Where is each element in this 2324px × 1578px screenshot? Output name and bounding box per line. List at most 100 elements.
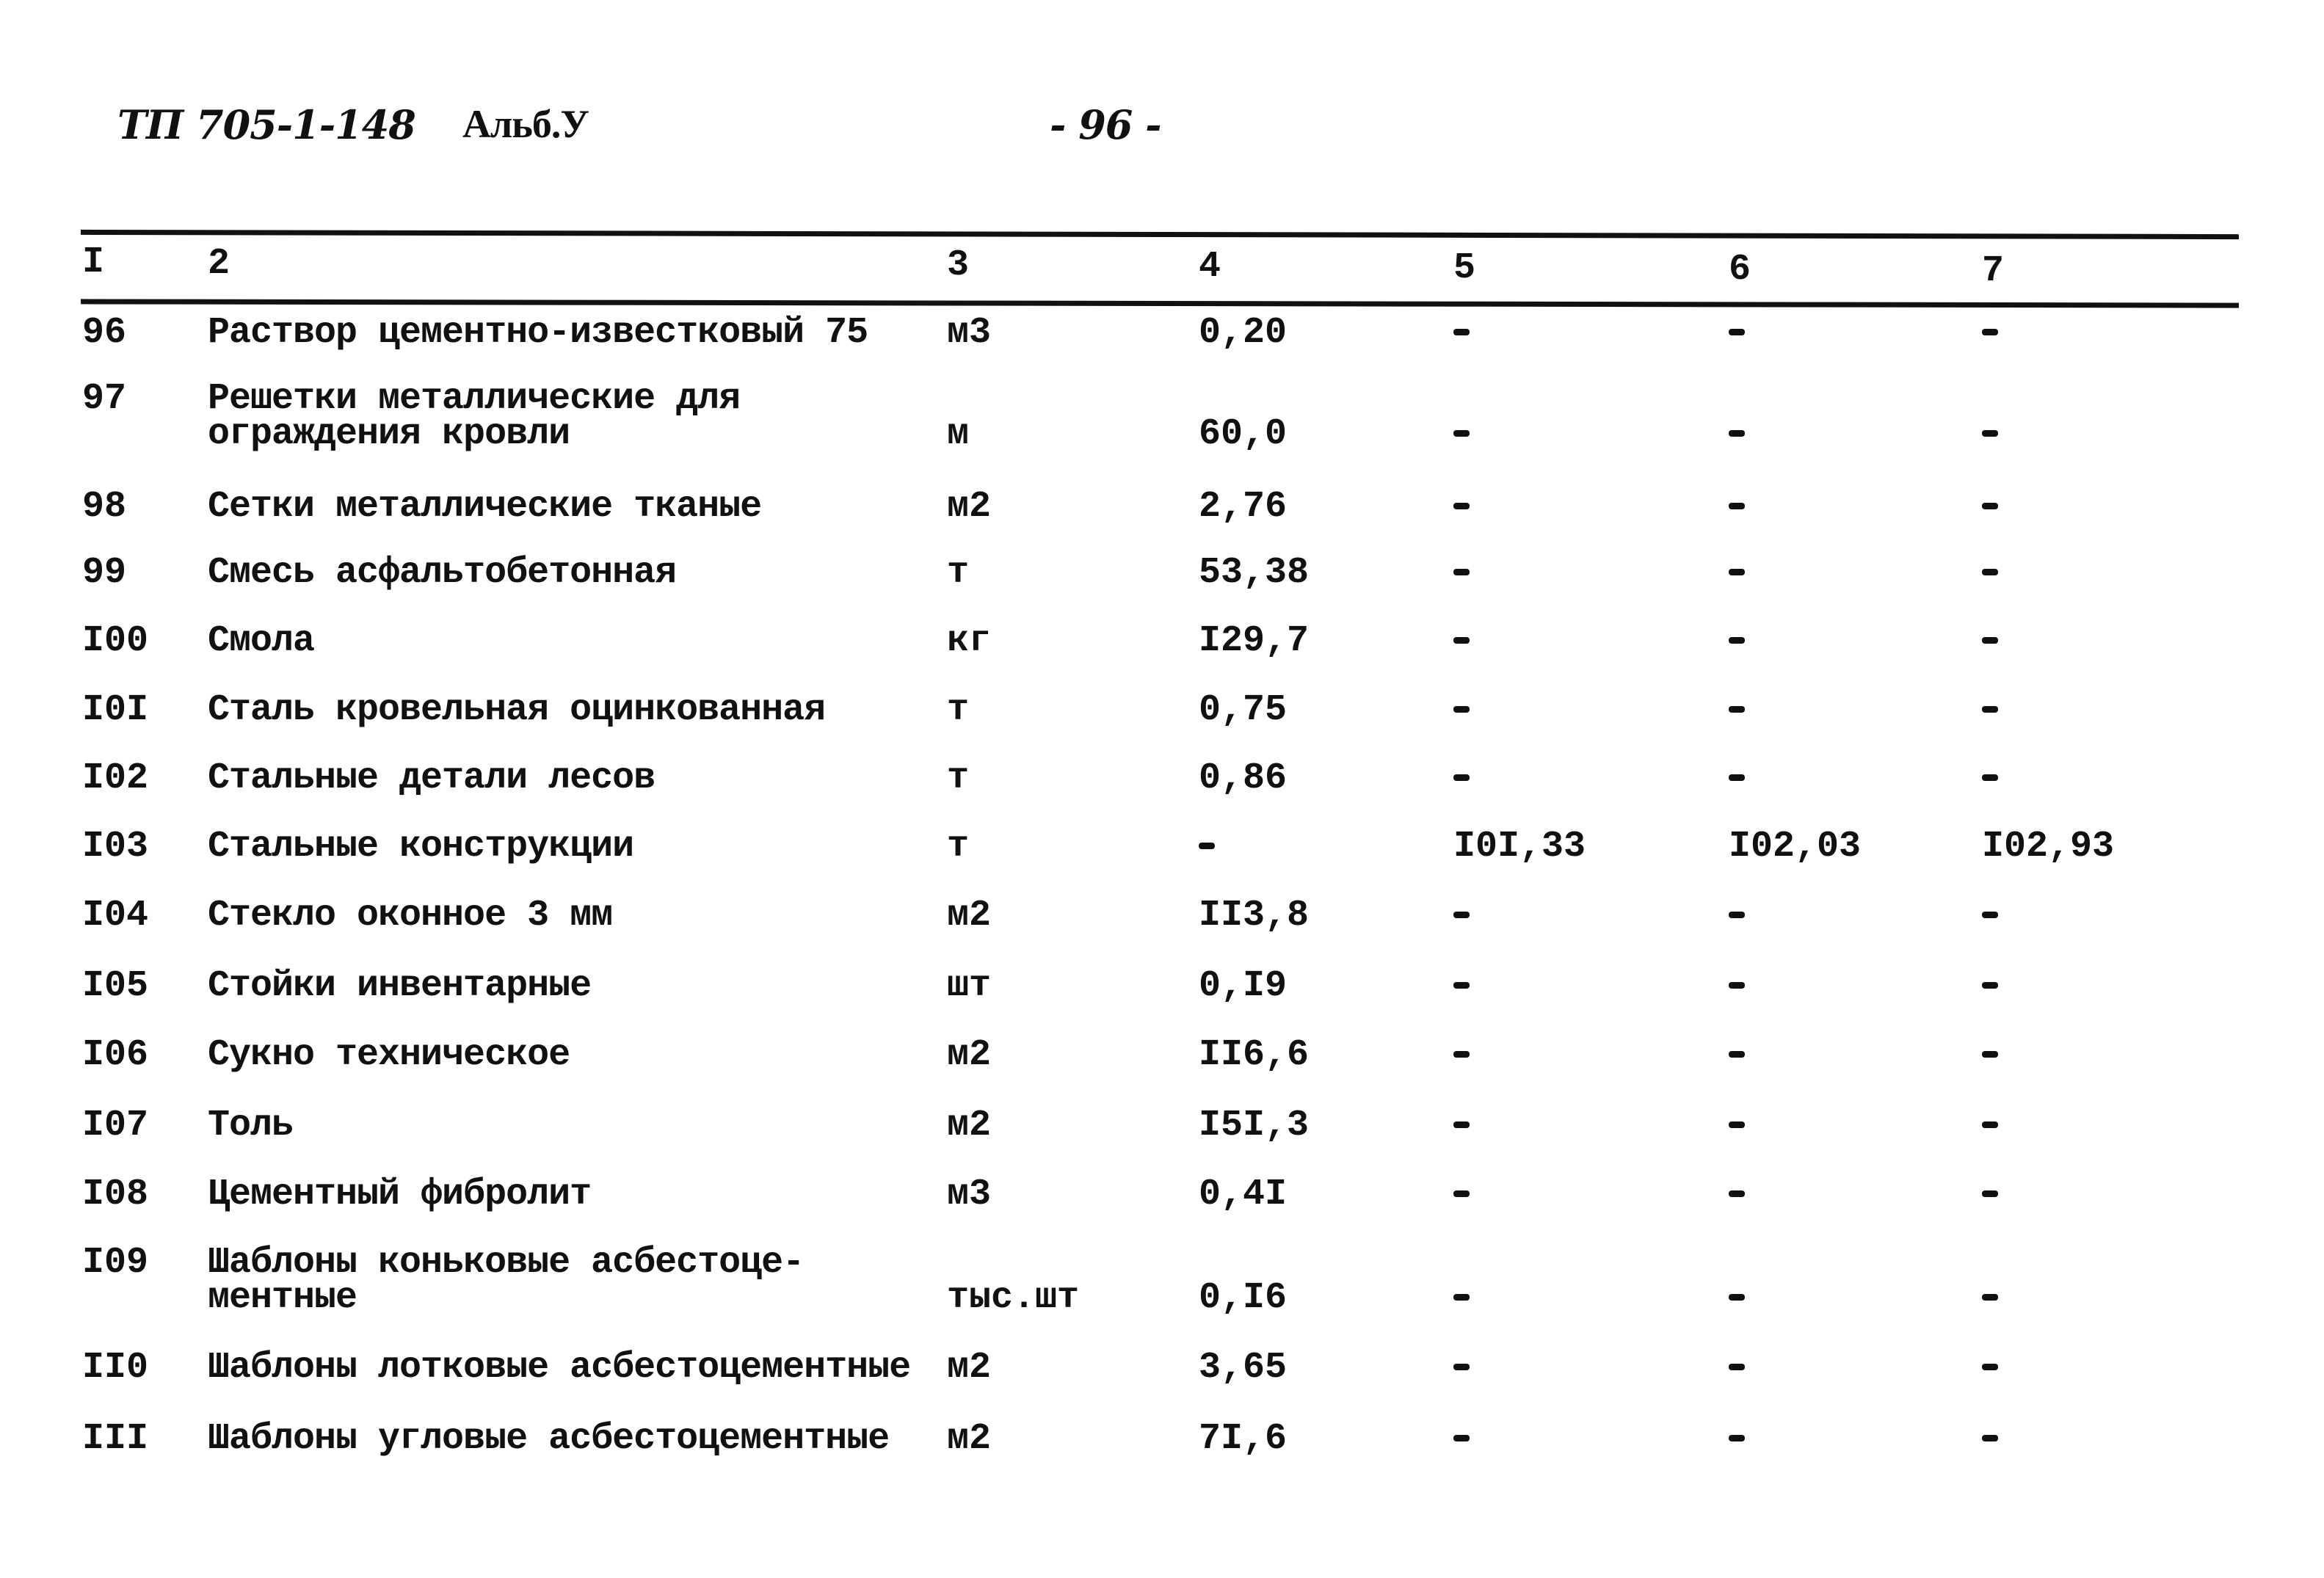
unit: т <box>947 689 970 731</box>
material-name: ограждения кровли <box>208 413 570 455</box>
empty-value-dash <box>1729 329 1745 336</box>
column-header-7: 7 <box>1982 250 2005 292</box>
quantity-col7 <box>1982 415 1998 454</box>
quantity-col6 <box>1729 1279 1745 1317</box>
material-name: Шаблоны угловые асбестоцементные <box>208 1418 890 1460</box>
empty-value-dash <box>1982 329 1998 336</box>
row-number: I0I <box>82 689 149 731</box>
quantity-col6 <box>1729 1176 1745 1214</box>
empty-value-dash <box>1729 912 1745 919</box>
quantity-col4: 0,20 <box>1199 312 1288 354</box>
row-number: I06 <box>82 1034 149 1076</box>
empty-value-dash <box>1453 706 1470 713</box>
quantity-col5 <box>1453 314 1470 352</box>
unit: м2 <box>947 1105 992 1146</box>
quantity-col6 <box>1729 897 1745 935</box>
empty-value-dash <box>1982 912 1998 919</box>
empty-value-dash <box>1982 1051 1998 1058</box>
quantity-col4: 7I,6 <box>1199 1418 1288 1460</box>
quantity-col6 <box>1729 622 1745 661</box>
quantity-col5 <box>1453 691 1470 730</box>
row-number: I05 <box>82 965 149 1007</box>
empty-value-dash <box>1729 774 1745 782</box>
row-number: 96 <box>82 312 127 354</box>
quantity-col4: 0,86 <box>1199 757 1288 799</box>
unit: тыс.шт <box>947 1277 1080 1319</box>
quantity-col6 <box>1729 488 1745 526</box>
empty-value-dash <box>1453 1294 1470 1301</box>
unit: т <box>947 826 970 868</box>
quantity-col4 <box>1199 828 1215 866</box>
empty-value-dash <box>1729 637 1745 644</box>
quantity-col5 <box>1453 1279 1470 1317</box>
row-number: 97 <box>82 378 127 420</box>
empty-value-dash <box>1982 637 1998 644</box>
empty-value-dash <box>1982 1364 1998 1371</box>
empty-value-dash <box>1199 843 1215 850</box>
row-number: I02 <box>82 757 149 799</box>
empty-value-dash <box>1729 706 1745 713</box>
empty-value-dash <box>1982 706 1998 713</box>
empty-value-dash <box>1453 1051 1470 1058</box>
quantity-col7 <box>1982 897 1998 935</box>
empty-value-dash <box>1982 774 1998 782</box>
row-number: I09 <box>82 1242 149 1284</box>
quantity-col5 <box>1453 415 1470 454</box>
quantity-col5 <box>1453 1349 1470 1387</box>
quantity-col4: 2,76 <box>1199 486 1288 528</box>
empty-value-dash <box>1729 1121 1745 1129</box>
column-header-1: I <box>82 241 105 283</box>
quantity-col5 <box>1453 760 1470 798</box>
page-number: - 96 - <box>1050 101 1162 148</box>
quantity-col4: 0,75 <box>1199 689 1288 731</box>
table-top-rule <box>80 229 2240 240</box>
quantity-col7 <box>1982 760 1998 798</box>
unit: м2 <box>947 1034 992 1076</box>
table-header-rule <box>80 299 2240 308</box>
quantity-col7 <box>1982 1107 1998 1145</box>
quantity-col7 <box>1982 1420 1998 1458</box>
empty-value-dash <box>1982 569 1998 576</box>
quantity-col5: I0I,33 <box>1453 826 1586 868</box>
row-number: 98 <box>82 486 127 528</box>
quantity-col7 <box>1982 488 1998 526</box>
document-code: ТП 705-1-148 <box>117 101 416 148</box>
empty-value-dash <box>1982 982 1998 989</box>
quantity-col6 <box>1729 1420 1745 1458</box>
unit: м2 <box>947 1418 992 1460</box>
quantity-col5 <box>1453 967 1470 1006</box>
empty-value-dash <box>1453 1121 1470 1129</box>
album-label: Альб.У <box>462 102 589 146</box>
material-name: Цементный фибролит <box>208 1174 592 1215</box>
quantity-col7 <box>1982 1349 1998 1387</box>
quantity-col6 <box>1729 1107 1745 1145</box>
material-name: Стальные конструкции <box>208 826 634 868</box>
unit: кг <box>947 620 992 662</box>
empty-value-dash <box>1729 1190 1745 1198</box>
unit: м3 <box>947 1174 992 1215</box>
empty-value-dash <box>1982 1294 1998 1301</box>
quantity-col7 <box>1982 1279 1998 1317</box>
material-name: ментные <box>208 1277 357 1319</box>
empty-value-dash <box>1453 1364 1470 1371</box>
empty-value-dash <box>1982 1435 1998 1442</box>
quantity-col6 <box>1729 967 1745 1006</box>
quantity-col4: 53,38 <box>1199 552 1310 594</box>
empty-value-dash <box>1729 1294 1745 1301</box>
quantity-col5 <box>1453 897 1470 935</box>
quantity-col7: I02,93 <box>1982 826 2115 868</box>
quantity-col5 <box>1453 1176 1470 1214</box>
quantity-col7 <box>1982 967 1998 1006</box>
quantity-col4: I29,7 <box>1199 620 1310 662</box>
column-header-3: 3 <box>947 244 970 286</box>
empty-value-dash <box>1453 503 1470 510</box>
quantity-col4: 0,I6 <box>1199 1277 1288 1319</box>
material-name: Сукно техническое <box>208 1034 570 1076</box>
empty-value-dash <box>1453 1435 1470 1442</box>
column-header-5: 5 <box>1453 247 1476 289</box>
material-name: Смола <box>208 620 315 662</box>
quantity-col7 <box>1982 554 1998 592</box>
unit: м2 <box>947 486 992 528</box>
quantity-col4: I5I,3 <box>1199 1105 1310 1146</box>
unit: т <box>947 552 970 594</box>
